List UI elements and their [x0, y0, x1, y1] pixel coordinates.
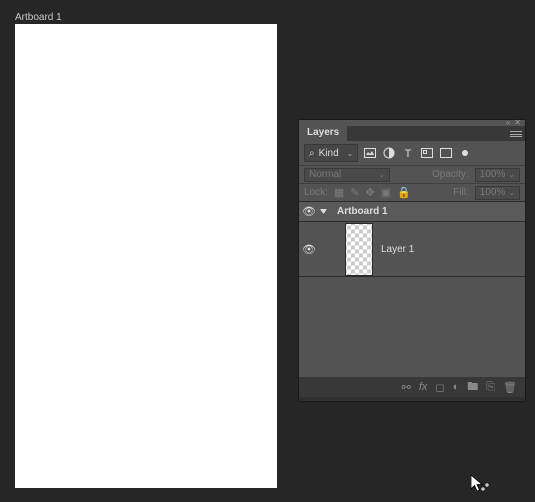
opacity-label: Opacity:: [432, 169, 469, 180]
folder-icon[interactable]: 🖿: [467, 378, 478, 397]
adjustment-layer-icon[interactable]: ◐: [453, 381, 460, 393]
layers-empty-area[interactable]: [299, 277, 525, 377]
lock-row: Lock: ▦ ✎ ✥ ▣ 🔒 Fill: 100% ⌄: [299, 184, 525, 202]
chevron-down-icon: ⌄: [378, 170, 385, 179]
artboard-title: Artboard 1: [15, 12, 62, 23]
blend-mode-dropdown[interactable]: Normal ⌄: [304, 168, 390, 182]
svg-text:T: T: [405, 148, 412, 158]
lock-transparency-icon[interactable]: ▦: [334, 186, 344, 199]
filter-kind-dropdown[interactable]: ⌕ Kind ⌄: [304, 144, 358, 162]
filter-label: Kind: [319, 148, 339, 159]
lock-all-icon[interactable]: 🔒: [397, 186, 411, 199]
layers-panel: « ✕ Layers ⌕ Kind ⌄ T Normal ⌄ Opacity: …: [298, 119, 526, 402]
filter-pixel-icon[interactable]: [363, 146, 377, 160]
fill-label: Fill:: [453, 187, 469, 198]
filter-type-icon[interactable]: T: [401, 146, 415, 160]
layer-mask-icon[interactable]: ◻: [435, 381, 444, 394]
lock-move-icon[interactable]: ✥: [366, 186, 375, 199]
filter-toggle[interactable]: [458, 146, 472, 160]
opacity-input[interactable]: 100% ⌄: [475, 168, 520, 182]
layers-bottom-bar: ⚯ fx ◻ ◐ 🖿 ⎘ 🗑: [299, 377, 525, 397]
chevron-down-icon: ⌄: [347, 149, 354, 158]
visibility-toggle[interactable]: 👁: [299, 205, 319, 218]
blend-row: Normal ⌄ Opacity: 100% ⌄: [299, 166, 525, 184]
opacity-value: 100%: [480, 169, 506, 180]
artboard-canvas[interactable]: [15, 24, 277, 488]
cursor-icon: [471, 475, 491, 495]
panel-resize-bar[interactable]: [299, 397, 525, 401]
layer-row[interactable]: 👁 Layer 1: [299, 222, 525, 277]
filter-smart-icon[interactable]: [439, 146, 453, 160]
layers-list: 👁 Artboard 1 👁 Layer 1: [299, 202, 525, 377]
chevron-down-icon: ⌄: [508, 188, 515, 197]
visibility-toggle[interactable]: 👁: [299, 243, 319, 256]
link-layers-icon[interactable]: ⚯: [402, 381, 411, 394]
fill-input[interactable]: 100% ⌄: [475, 186, 520, 200]
panel-tabs: Layers: [299, 126, 525, 141]
lock-label: Lock:: [304, 187, 328, 198]
layer-name[interactable]: Artboard 1: [333, 206, 388, 217]
trash-icon[interactable]: 🗑: [503, 381, 517, 394]
disclosure-icon[interactable]: [319, 207, 333, 216]
chevron-down-icon: ⌄: [508, 170, 515, 179]
lock-brush-icon[interactable]: ✎: [350, 186, 359, 199]
tab-layers[interactable]: Layers: [299, 126, 347, 141]
layer-thumbnail[interactable]: [345, 223, 373, 276]
layer-fx-icon[interactable]: fx: [419, 381, 428, 393]
blend-mode-label: Normal: [309, 169, 341, 180]
panel-menu-button[interactable]: [507, 126, 525, 141]
new-layer-icon[interactable]: ⎘: [486, 381, 495, 394]
artboard-layer-row[interactable]: 👁 Artboard 1: [299, 202, 525, 222]
search-icon: ⌕: [309, 148, 315, 159]
lock-artboard-icon[interactable]: ▣: [381, 186, 391, 199]
layer-name[interactable]: Layer 1: [373, 244, 414, 255]
filter-row: ⌕ Kind ⌄ T: [299, 141, 525, 166]
fill-value: 100%: [480, 187, 506, 198]
filter-adjustment-icon[interactable]: [382, 146, 396, 160]
filter-shape-icon[interactable]: [420, 146, 434, 160]
